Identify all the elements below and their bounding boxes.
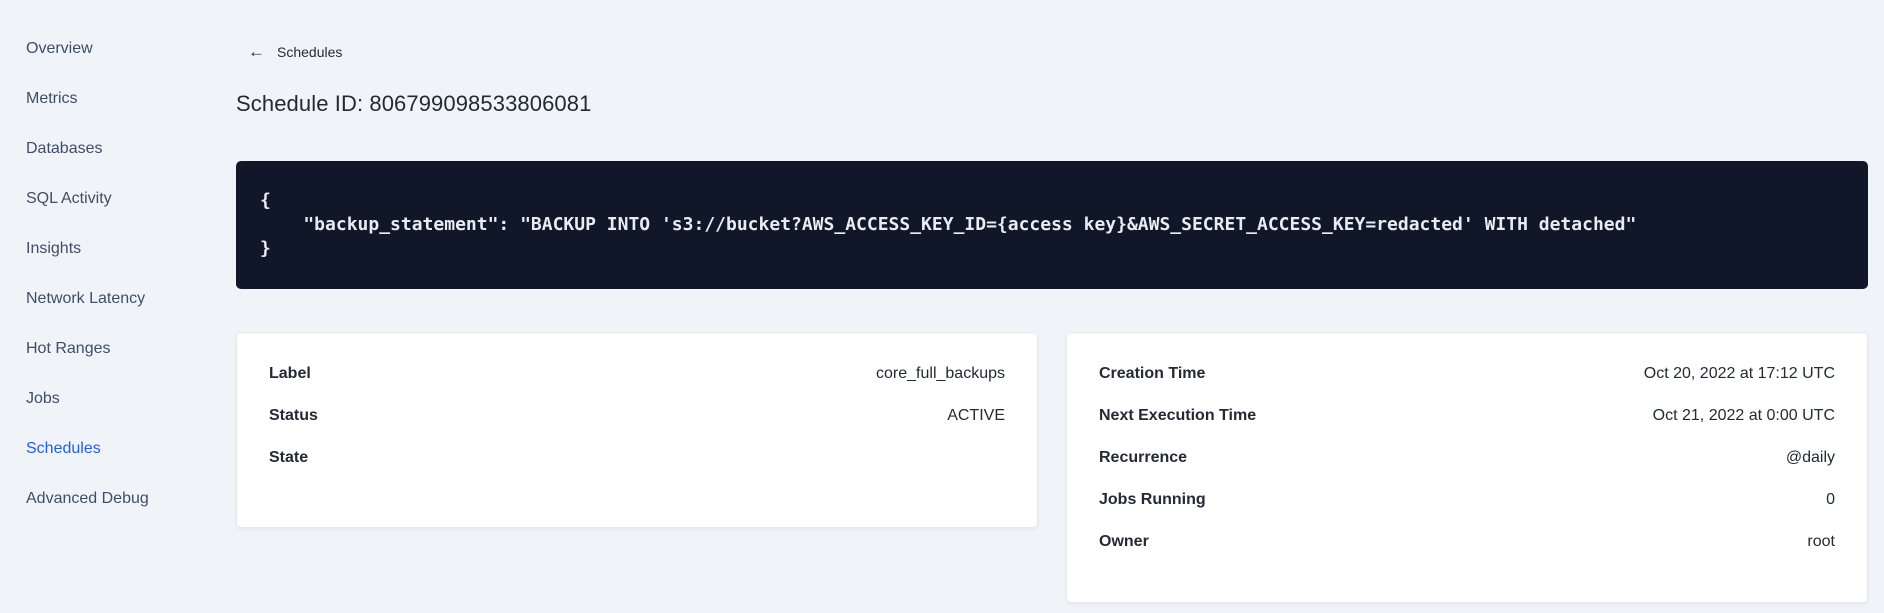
detail-value: root [1807, 533, 1835, 550]
detail-row-label: Label core_full_backups [269, 353, 1005, 395]
schedule-timing-card: Creation Time Oct 20, 2022 at 17:12 UTC … [1066, 332, 1868, 603]
detail-cards-row: Label core_full_backups Status ACTIVE St… [236, 332, 1868, 603]
sidebar-item-databases[interactable]: Databases [0, 124, 236, 174]
detail-row-jobs-running: Jobs Running 0 [1099, 479, 1835, 521]
detail-value: Oct 20, 2022 at 17:12 UTC [1643, 365, 1835, 382]
schedule-details-page: Overview Metrics Databases SQL Activity … [0, 0, 1884, 613]
sidebar-item-schedules[interactable]: Schedules [0, 424, 236, 474]
sidebar-item-metrics[interactable]: Metrics [0, 74, 236, 124]
detail-row-recurrence: Recurrence @daily [1099, 437, 1835, 479]
sidebar: Overview Metrics Databases SQL Activity … [0, 0, 236, 613]
detail-label: State [269, 449, 309, 466]
detail-value: Oct 21, 2022 at 0:00 UTC [1652, 407, 1835, 424]
detail-label: Next Execution Time [1099, 407, 1257, 424]
backup-statement-code-block: { "backup_statement": "BACKUP INTO 's3:/… [236, 161, 1868, 289]
detail-label: Recurrence [1099, 449, 1188, 466]
detail-label: Status [269, 407, 318, 424]
detail-label: Owner [1099, 533, 1149, 550]
code-line: "backup_statement": "BACKUP INTO 's3://b… [260, 214, 1637, 235]
detail-label: Label [269, 365, 311, 382]
detail-label: Creation Time [1099, 365, 1206, 382]
detail-row-status: Status ACTIVE [269, 395, 1005, 437]
back-link-label: Schedules [277, 44, 343, 60]
detail-row-owner: Owner root [1099, 521, 1835, 563]
detail-row-state: State [269, 437, 1005, 479]
detail-value: ACTIVE [947, 407, 1005, 424]
detail-row-next-execution-time: Next Execution Time Oct 21, 2022 at 0:00… [1099, 395, 1835, 437]
page-title: Schedule ID: 806799098533806081 [236, 91, 592, 116]
sidebar-item-insights[interactable]: Insights [0, 224, 236, 274]
sidebar-item-advanced-debug[interactable]: Advanced Debug [0, 474, 236, 524]
detail-label: Jobs Running [1099, 491, 1206, 508]
detail-row-creation-time: Creation Time Oct 20, 2022 at 17:12 UTC [1099, 353, 1835, 395]
main-content: ← Schedules Schedule ID: 806799098533806… [236, 0, 1868, 603]
code-line: } [260, 238, 271, 259]
detail-value: @daily [1785, 449, 1835, 466]
sidebar-item-sql-activity[interactable]: SQL Activity [0, 174, 236, 224]
back-arrow-icon: ← [248, 42, 265, 61]
detail-value: core_full_backups [876, 365, 1005, 382]
detail-value: 0 [1826, 491, 1835, 508]
code-line: { [260, 190, 271, 211]
back-link[interactable]: ← Schedules [236, 42, 343, 61]
schedule-info-card: Label core_full_backups Status ACTIVE St… [236, 332, 1038, 528]
sidebar-item-overview[interactable]: Overview [0, 24, 236, 74]
sidebar-item-network-latency[interactable]: Network Latency [0, 274, 236, 324]
sidebar-item-hot-ranges[interactable]: Hot Ranges [0, 324, 236, 374]
sidebar-item-jobs[interactable]: Jobs [0, 374, 236, 424]
